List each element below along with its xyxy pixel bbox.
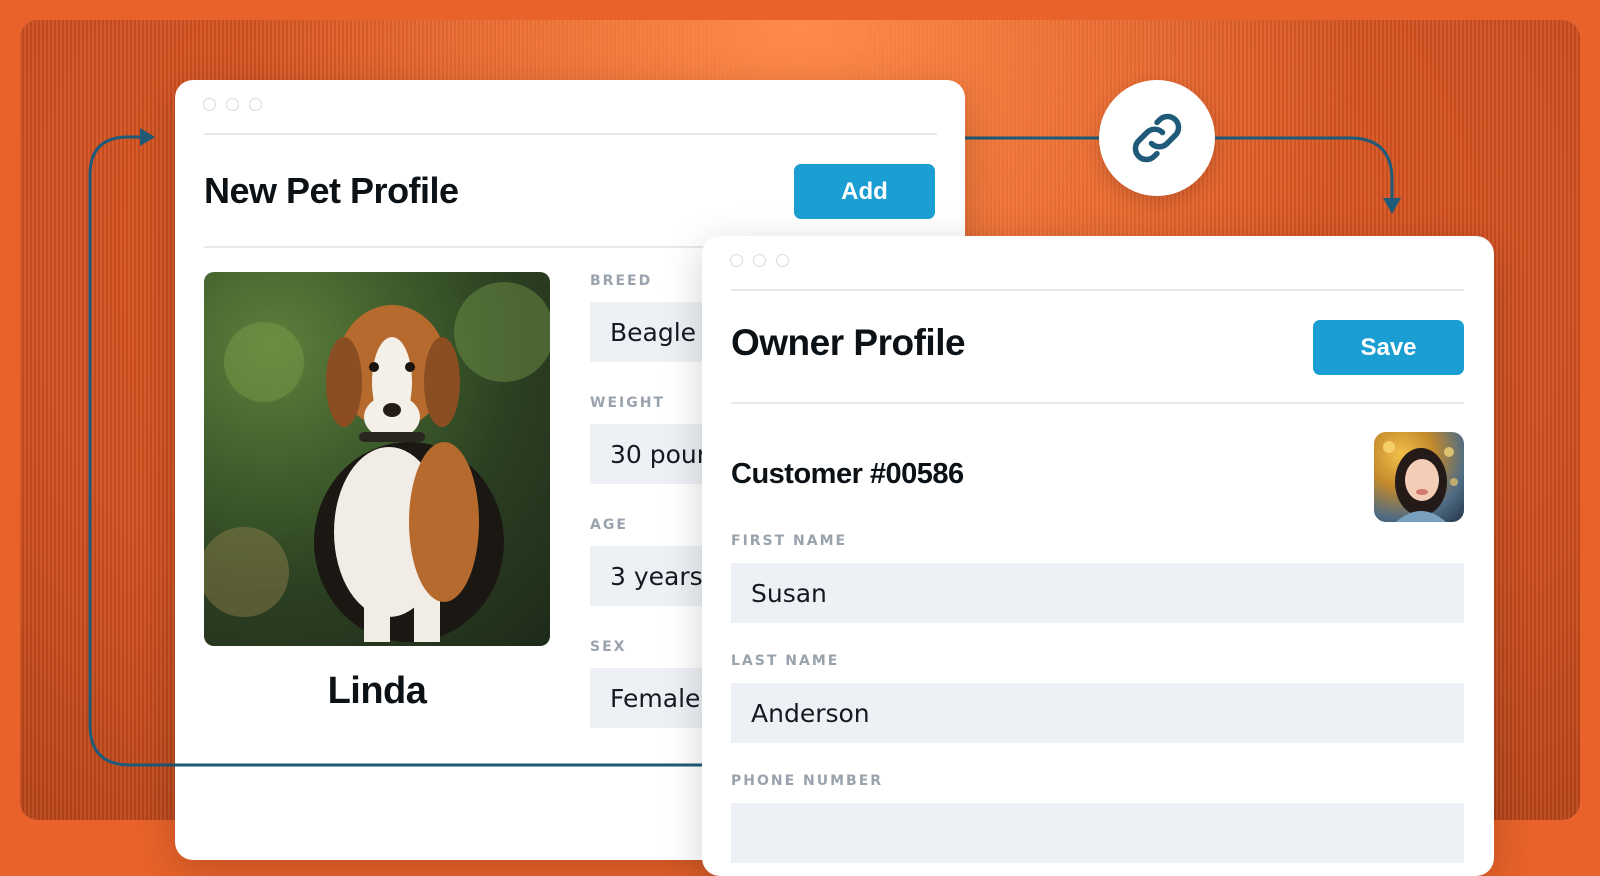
breed-label: BREED <box>590 273 653 289</box>
owner-profile-window: Owner Profile Save Customer #00586 FIRST… <box>702 236 1494 876</box>
window-dot[interactable] <box>226 98 239 111</box>
link-icon <box>1132 113 1182 163</box>
divider <box>204 133 937 135</box>
age-label: AGE <box>590 517 628 533</box>
window-dots-icon <box>203 98 262 111</box>
last-name-field[interactable]: Anderson <box>731 683 1464 743</box>
window-dot[interactable] <box>753 254 766 267</box>
divider <box>731 402 1464 404</box>
add-button[interactable]: Add <box>794 164 935 219</box>
save-button[interactable]: Save <box>1313 320 1464 375</box>
avatar <box>1374 432 1464 522</box>
page-title: Owner Profile <box>731 322 966 363</box>
window-dot[interactable] <box>249 98 262 111</box>
page-title: New Pet Profile <box>204 170 459 211</box>
window-dot[interactable] <box>776 254 789 267</box>
phone-number-field[interactable] <box>731 803 1464 863</box>
phone-number-label: PHONE NUMBER <box>731 773 884 789</box>
divider <box>731 289 1464 291</box>
sex-label: SEX <box>590 639 627 655</box>
woman-avatar-photo <box>1383 441 1458 522</box>
first-name-label: FIRST NAME <box>731 533 848 549</box>
first-name-field[interactable]: Susan <box>731 563 1464 623</box>
beagle-dog-photo <box>204 282 550 642</box>
top-arrowhead <box>1383 198 1401 214</box>
customer-id: Customer #00586 <box>731 458 964 490</box>
last-name-label: LAST NAME <box>731 653 840 669</box>
pet-photo <box>204 272 550 646</box>
pet-name: Linda <box>327 670 427 712</box>
loop-arrowhead <box>140 128 155 146</box>
window-dot[interactable] <box>203 98 216 111</box>
weight-label: WEIGHT <box>590 395 665 411</box>
link-badge <box>1099 80 1215 196</box>
window-dot[interactable] <box>730 254 743 267</box>
window-dots-icon <box>730 254 789 267</box>
